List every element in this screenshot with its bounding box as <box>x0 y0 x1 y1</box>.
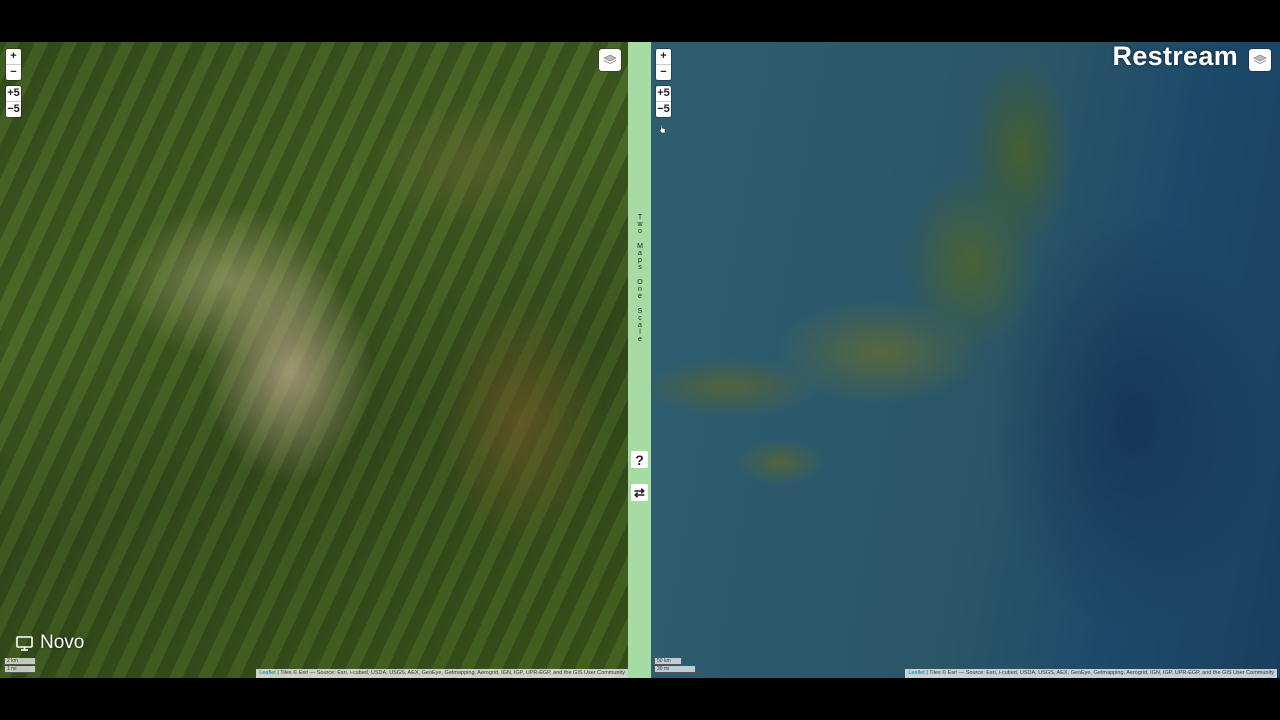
right-step-control: +5 −5 <box>656 86 671 117</box>
left-scale-bar: 2 km 1 mi <box>4 658 36 674</box>
layers-icon <box>1253 54 1267 65</box>
title-word-1: Two <box>636 214 644 235</box>
swap-maps-button[interactable]: ⇄ <box>631 484 648 501</box>
hand-cursor-icon <box>659 124 666 134</box>
right-layers-button[interactable] <box>1249 49 1271 71</box>
title-word-2: Maps <box>636 243 644 271</box>
right-attribution-leaflet-link[interactable]: Leaflet <box>908 670 925 676</box>
title-word-3: One <box>636 279 644 300</box>
help-button[interactable]: ? <box>631 451 648 468</box>
right-step-up-button[interactable]: +5 <box>656 86 671 102</box>
novo-label: Novo <box>16 632 84 654</box>
left-zoom-in-button[interactable]: + <box>6 49 21 65</box>
right-zoom-out-button[interactable]: − <box>656 65 671 80</box>
right-zoom-control: + − <box>656 49 671 80</box>
left-scale-metric: 2 km <box>4 658 36 665</box>
left-attribution-text: | Tiles © Esri — Source: Esri, i-cubed, … <box>277 670 625 676</box>
layers-icon <box>603 54 617 65</box>
left-zoom-control: + − <box>6 49 21 80</box>
title-word-4: Scale <box>636 308 644 343</box>
right-scale-imperial: 30 mi <box>654 666 696 673</box>
novo-text: Novo <box>40 632 85 653</box>
left-satellite-map[interactable]: + − +5 −5 Novo 2 km 1 mi Leaflet | Tiles… <box>0 42 628 678</box>
left-step-control: +5 −5 <box>6 86 21 117</box>
right-zoom-in-button[interactable]: + <box>656 49 671 65</box>
right-attribution: Leaflet | Tiles © Esri — Source: Esri, i… <box>905 669 1277 678</box>
left-zoom-out-button[interactable]: − <box>6 65 21 80</box>
monitor-icon <box>16 635 33 651</box>
right-step-down-button[interactable]: −5 <box>656 102 671 117</box>
right-scale-metric: 50 km <box>654 658 682 665</box>
vertical-title: Two Maps One Scale <box>628 214 651 343</box>
left-step-down-button[interactable]: −5 <box>6 102 21 117</box>
restream-watermark: Restream <box>1112 42 1238 71</box>
right-satellite-map[interactable]: + − +5 −5 Restream 50 km 30 mi Leaflet |… <box>651 42 1280 678</box>
center-divider: Two Maps One Scale ? ⇄ <box>628 42 651 678</box>
left-attribution-leaflet-link[interactable]: Leaflet <box>259 670 276 676</box>
left-step-up-button[interactable]: +5 <box>6 86 21 102</box>
map-comparison-frame: + − +5 −5 Novo 2 km 1 mi Leaflet | Tiles… <box>0 42 1280 678</box>
right-scale-bar: 50 km 30 mi <box>654 658 696 674</box>
left-attribution: Leaflet | Tiles © Esri — Source: Esri, i… <box>256 669 628 678</box>
left-scale-imperial: 1 mi <box>4 666 36 673</box>
right-attribution-text: | Tiles © Esri — Source: Esri, i-cubed, … <box>926 670 1274 676</box>
left-layers-button[interactable] <box>599 49 621 71</box>
